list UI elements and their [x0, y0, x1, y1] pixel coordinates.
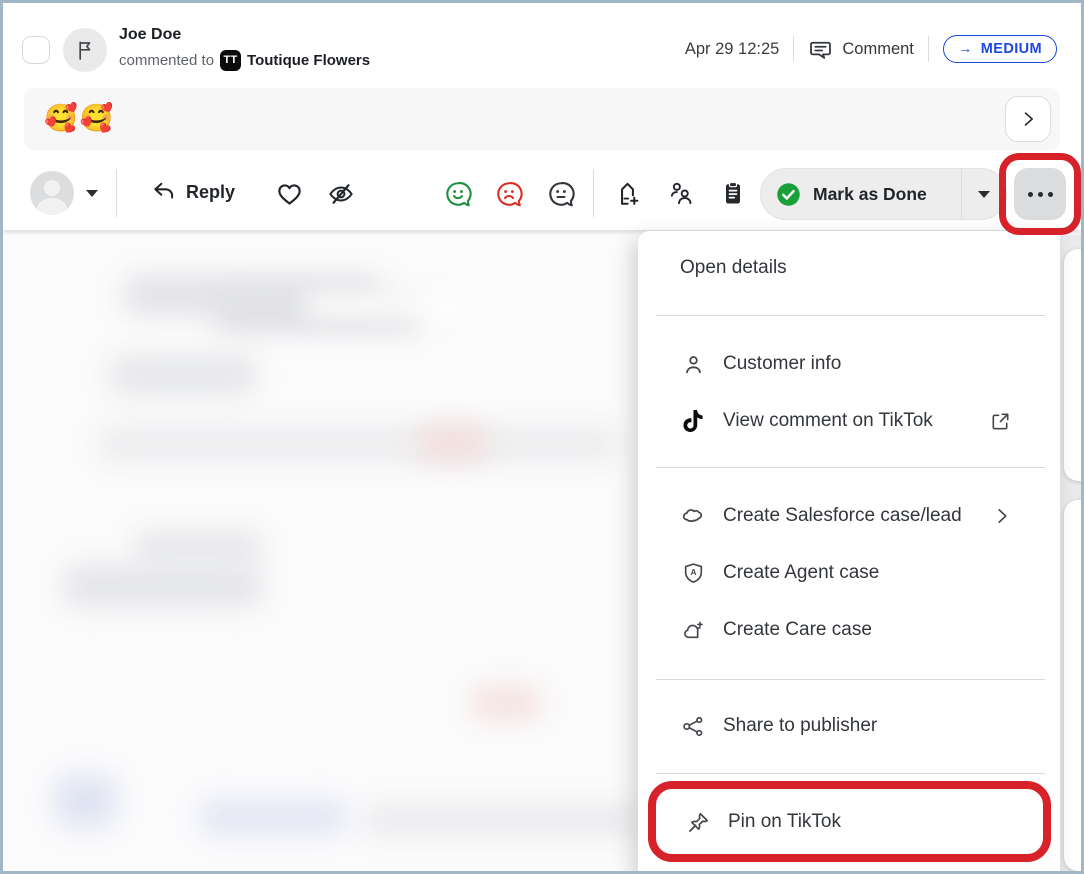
chevron-right-icon	[992, 506, 1012, 526]
message-type-label: Comment	[842, 40, 914, 59]
timestamp: Apr 29 12:25	[685, 40, 780, 59]
comment-icon	[808, 37, 833, 62]
positive-sentiment-icon	[443, 179, 473, 209]
heart-icon	[275, 179, 304, 208]
neutral-sentiment-button[interactable]	[546, 179, 576, 209]
divider	[793, 36, 794, 62]
users-icon	[666, 179, 695, 208]
ellipsis-icon	[1028, 192, 1033, 197]
menu-item-create-agent-case[interactable]: A Create Agent case	[638, 549, 1060, 597]
menu-item-label: View comment on TikTok	[723, 410, 933, 432]
eye-slash-icon	[326, 179, 356, 209]
menu-item-customer-info[interactable]: Customer info	[638, 340, 1060, 388]
expand-comment-button[interactable]	[1005, 96, 1051, 142]
care-case-icon	[680, 618, 706, 643]
comment-text: 🥰🥰	[44, 102, 115, 134]
shield-a-icon: A	[680, 561, 706, 586]
avatar[interactable]	[63, 28, 107, 72]
mark-as-done-split-button[interactable]: Mark as Done	[760, 168, 1007, 220]
menu-divider	[656, 315, 1045, 316]
reply-button[interactable]: Reply	[151, 179, 235, 205]
assignee-dropdown[interactable]	[30, 171, 98, 215]
tag-button[interactable]	[613, 179, 642, 208]
menu-item-label: Create Salesforce case/lead	[723, 505, 962, 527]
caret-down-icon	[978, 191, 990, 198]
flag-icon	[73, 38, 97, 62]
select-message-checkbox[interactable]	[22, 36, 50, 64]
menu-divider	[656, 467, 1045, 468]
chevron-right-icon	[1018, 109, 1038, 129]
check-circle-icon	[775, 181, 802, 208]
engagement-card-screen: Joe Doe commented to TT Toutique Flowers…	[0, 0, 1084, 874]
salesforce-cloud-icon	[680, 503, 706, 529]
menu-item-label: Create Agent case	[723, 562, 879, 584]
more-options-button[interactable]	[1014, 168, 1066, 220]
comment-content: 🥰🥰	[24, 88, 1060, 150]
divider	[593, 169, 594, 217]
tiktok-channel-badge: TT	[220, 50, 241, 71]
negative-sentiment-icon	[494, 179, 524, 209]
menu-divider	[656, 679, 1045, 680]
clipboard-icon	[719, 179, 747, 207]
like-button[interactable]	[275, 179, 304, 208]
message-header-card: Joe Doe commented to TT Toutique Flowers…	[3, 3, 1081, 230]
divider	[928, 36, 929, 62]
tiktok-icon	[680, 410, 706, 432]
menu-item-label: Create Care case	[723, 619, 872, 641]
external-link-icon	[989, 410, 1012, 433]
channel-name[interactable]: Toutique Flowers	[247, 52, 370, 70]
priority-label: MEDIUM	[981, 41, 1042, 57]
pin-icon	[685, 810, 711, 835]
menu-divider	[656, 773, 1045, 774]
caret-down-icon	[86, 190, 98, 197]
menu-item-open-details[interactable]: Open details	[638, 244, 1060, 292]
mark-as-done-button[interactable]: Mark as Done	[761, 181, 961, 208]
tag-plus-icon	[613, 179, 642, 208]
svg-text:A: A	[690, 567, 696, 577]
action-text: commented to	[119, 52, 214, 70]
message-type: Comment	[808, 37, 914, 62]
mark-as-done-dropdown[interactable]	[962, 191, 1006, 198]
more-options-menu: Open details Customer info View comment …	[638, 231, 1060, 874]
negative-sentiment-button[interactable]	[494, 179, 524, 209]
menu-item-label: Open details	[680, 257, 787, 279]
peek-card	[1064, 249, 1084, 481]
notes-button[interactable]	[719, 179, 747, 207]
menu-item-share-to-publisher[interactable]: Share to publisher	[638, 702, 1060, 750]
menu-item-view-comment-tiktok[interactable]: View comment on TikTok	[638, 397, 1060, 445]
person-icon	[680, 352, 706, 377]
users-button[interactable]	[666, 179, 695, 208]
positive-sentiment-button[interactable]	[443, 179, 473, 209]
menu-item-label: Customer info	[723, 353, 841, 375]
share-nodes-icon	[680, 714, 706, 739]
divider	[116, 169, 117, 217]
priority-badge[interactable]: → MEDIUM	[943, 35, 1057, 63]
mark-as-done-label: Mark as Done	[813, 184, 927, 205]
neutral-sentiment-icon	[546, 179, 576, 209]
author-name[interactable]: Joe Doe	[119, 25, 370, 44]
hide-button[interactable]	[326, 179, 356, 209]
menu-item-create-care-case[interactable]: Create Care case	[638, 606, 1060, 654]
arrow-right-icon: →	[958, 41, 973, 57]
menu-item-pin-on-tiktok[interactable]: Pin on TikTok	[638, 798, 1060, 846]
menu-item-create-salesforce-case[interactable]: Create Salesforce case/lead	[638, 492, 1060, 540]
assignee-avatar	[30, 171, 74, 215]
reply-label: Reply	[186, 182, 235, 203]
reply-icon	[151, 179, 177, 205]
action-bar: Reply	[3, 161, 1081, 223]
menu-item-label: Pin on TikTok	[728, 811, 841, 833]
peek-card	[1064, 500, 1084, 871]
message-topbar: Joe Doe commented to TT Toutique Flowers…	[3, 17, 1081, 75]
menu-item-label: Share to publisher	[723, 715, 877, 737]
